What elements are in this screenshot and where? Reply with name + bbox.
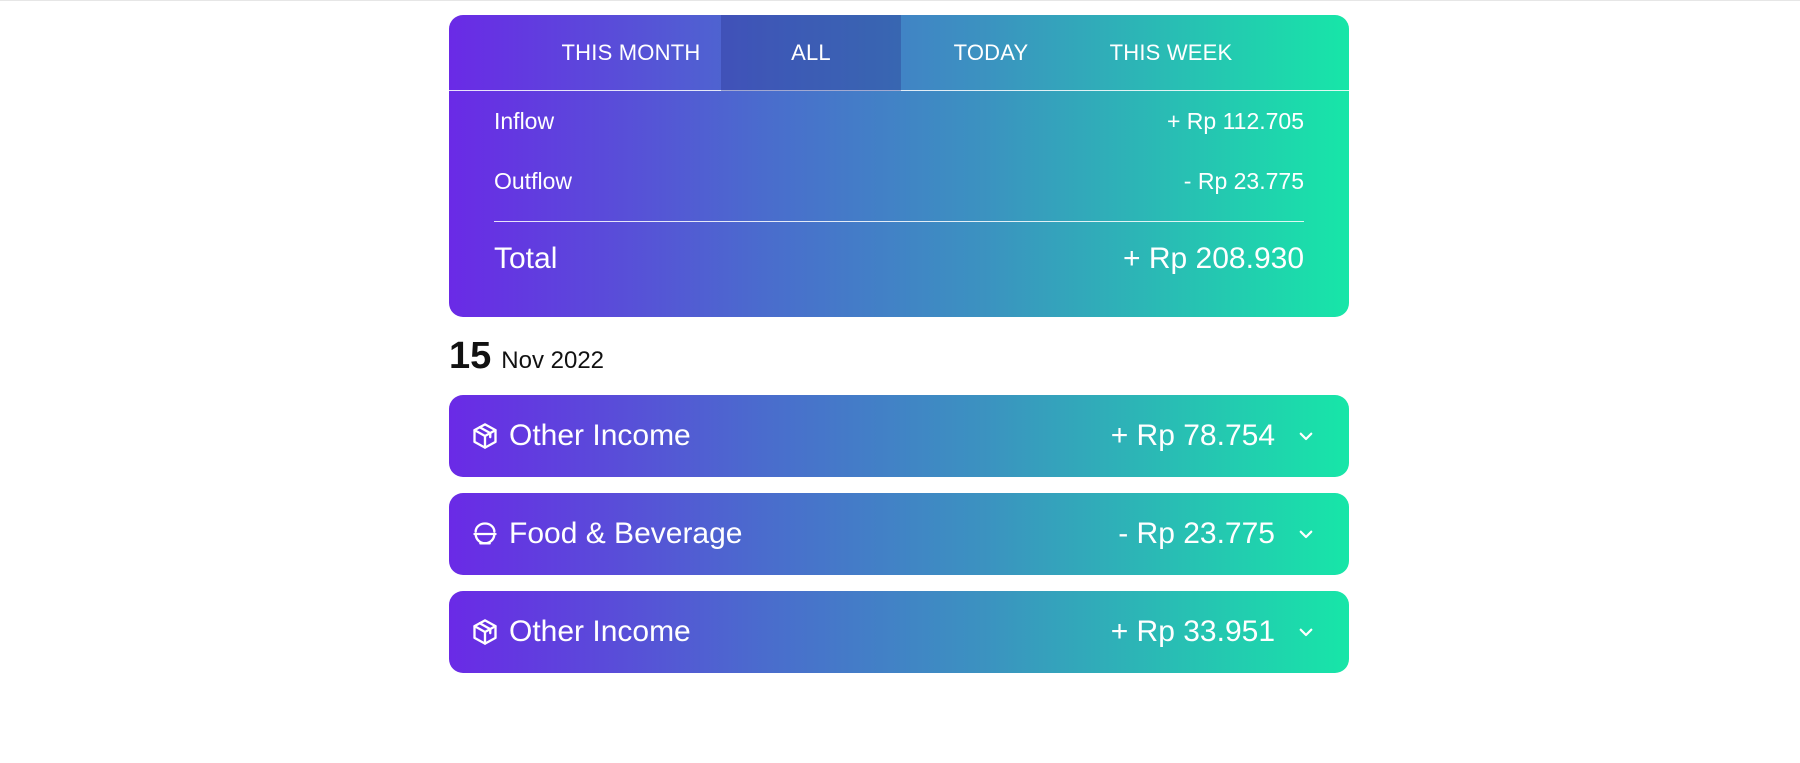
outflow-label: Outflow [494,167,572,194]
transaction-left: Other Income [471,615,691,649]
period-tabs: THIS MONTH ALL TODAY THIS WEEK [449,15,1349,91]
outflow-row: Outflow - Rp 23.775 [494,151,1304,211]
inflow-value: + Rp 112.705 [1166,107,1304,134]
total-label: Total [494,242,558,275]
transaction-left: Other Income [471,419,691,453]
bowl-icon [471,520,499,548]
date-month-year: Nov 2022 [501,347,605,374]
transaction-amount: + Rp 33.951 [1110,615,1275,648]
tab-today[interactable]: TODAY [901,15,1081,91]
transaction-item[interactable]: Food & Beverage - Rp 23.775 [449,493,1349,575]
transaction-amount: + Rp 78.754 [1110,419,1275,452]
chevron-down-icon[interactable] [1297,623,1315,641]
summary-card: THIS MONTH ALL TODAY THIS WEEK Inflow + … [449,15,1349,317]
transaction-category: Other Income [509,419,691,452]
main-content: THIS MONTH ALL TODAY THIS WEEK Inflow + … [449,15,1349,673]
total-row: Total + Rp 208.930 [494,222,1304,296]
date-group-header: 15 Nov 2022 [449,335,1349,379]
box-icon [471,422,499,450]
transaction-item[interactable]: Other Income + Rp 78.754 [449,395,1349,477]
tab-this-month[interactable]: THIS MONTH [541,15,721,91]
transaction-category: Other Income [509,615,691,648]
transaction-right: + Rp 33.951 [1111,615,1315,649]
chevron-down-icon[interactable] [1297,427,1315,445]
outflow-value: - Rp 23.775 [1183,167,1304,194]
tab-this-week[interactable]: THIS WEEK [1081,15,1261,91]
inflow-row: Inflow + Rp 112.705 [494,91,1304,151]
box-icon [471,618,499,646]
transaction-right: + Rp 78.754 [1111,419,1315,453]
transaction-left: Food & Beverage [471,517,742,551]
transaction-item[interactable]: Other Income + Rp 33.951 [449,591,1349,673]
transaction-category: Food & Beverage [509,517,743,550]
transaction-right: - Rp 23.775 [1118,517,1315,551]
tab-all[interactable]: ALL [721,15,901,91]
summary-rows: Inflow + Rp 112.705 Outflow - Rp 23.775 … [449,91,1349,296]
top-border [0,0,1800,1]
date-day: 15 [449,335,492,377]
transaction-list: Other Income + Rp 78.754 Food & Beverage… [449,395,1349,673]
chevron-down-icon[interactable] [1297,525,1315,543]
inflow-label: Inflow [494,107,555,134]
transaction-amount: - Rp 23.775 [1118,517,1275,550]
total-value: + Rp 208.930 [1123,242,1304,275]
